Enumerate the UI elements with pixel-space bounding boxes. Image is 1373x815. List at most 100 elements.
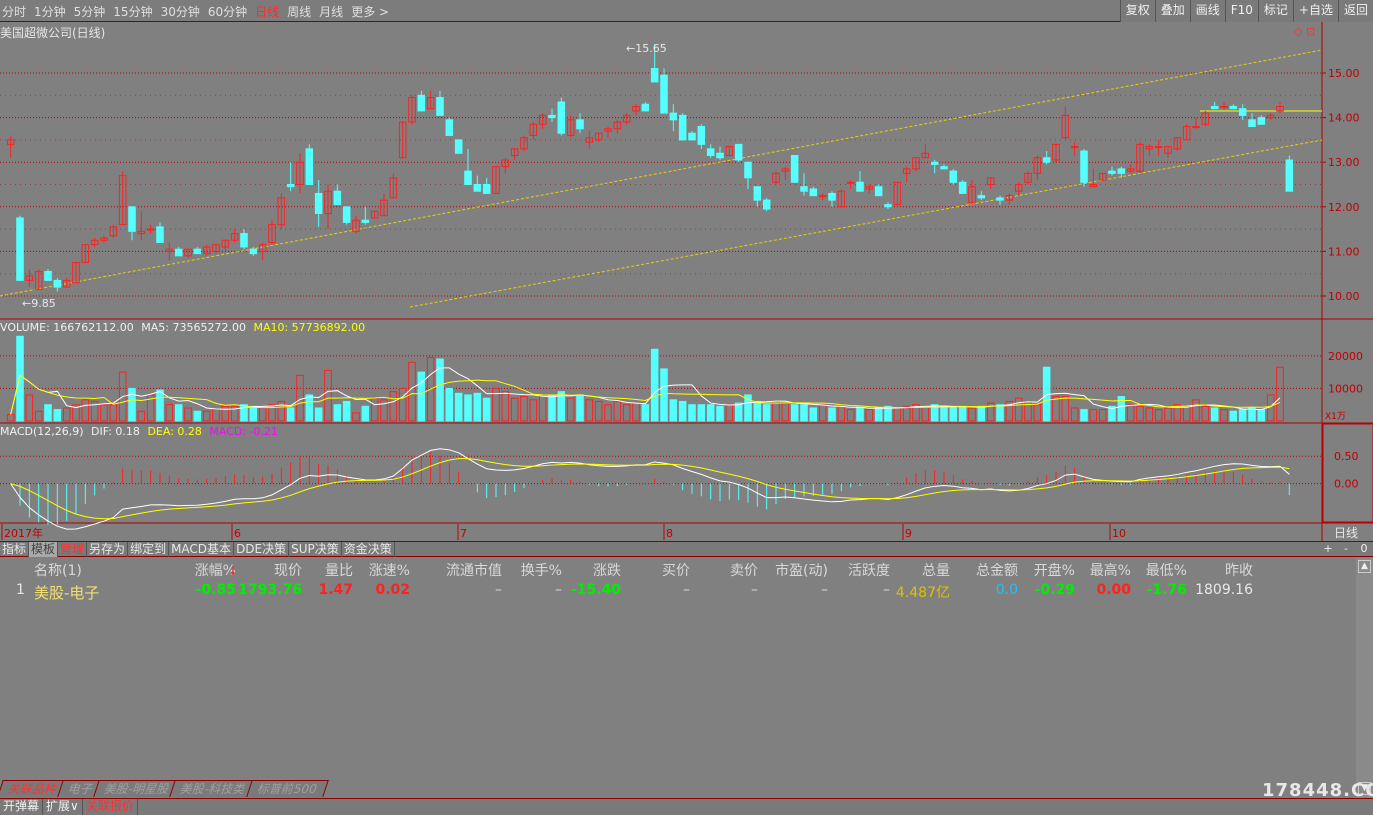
function-tab-8[interactable]: 资金决策 — [342, 542, 395, 557]
volume-bar — [1061, 396, 1070, 422]
macd-dea-line — [10, 458, 1290, 520]
tab-control-2[interactable]: 0 — [1355, 542, 1373, 555]
function-tab-4[interactable]: 绑定到 — [128, 542, 170, 557]
column-header-17[interactable]: 昨收 — [1225, 560, 1253, 580]
volume-ma5: MA5: 73565272.00 — [141, 321, 246, 334]
related-tab-4[interactable]: 标普前500 — [245, 780, 329, 797]
column-header-8[interactable]: 买价 — [662, 560, 690, 580]
volume-bar — [473, 392, 482, 422]
volume-bar — [837, 405, 846, 422]
related-tab-2[interactable]: 美股-明星股 — [93, 780, 182, 797]
volume-bar — [482, 397, 491, 422]
volume-bar — [790, 404, 799, 422]
volume-bar — [734, 402, 743, 422]
cell-open-pct: -0.29 — [1034, 582, 1075, 598]
cell-pe: – — [821, 582, 828, 598]
related-tab-3[interactable]: 美股-科技类 — [169, 780, 258, 797]
function-tab-5[interactable]: MACD基本 — [169, 542, 235, 557]
table-row[interactable]: 1 美股-电子 -0.85 1793.76 1.47 0.02– – -15.40– – – –4.… — [0, 580, 1356, 602]
chart-area[interactable]: 15.00 14.00 13.00 12.00 11.00 10.00 ←15.65 ←9.8… — [0, 0, 1373, 541]
volume-bar — [846, 409, 855, 422]
column-header-14[interactable]: 开盘% — [1034, 560, 1075, 580]
volume-bar — [977, 405, 986, 422]
column-header-16[interactable]: 最低% — [1146, 560, 1187, 580]
volume-bar — [109, 404, 118, 422]
function-tab-2[interactable]: 管理 — [58, 542, 88, 557]
column-header-4[interactable]: 涨速% — [369, 560, 410, 580]
function-tab-0[interactable]: 指标 — [0, 542, 30, 557]
volume-bar — [408, 361, 416, 422]
volume-bar — [688, 404, 696, 422]
volume-bar — [501, 391, 510, 422]
column-header-3[interactable]: 量比 — [325, 560, 353, 580]
candle — [445, 119, 454, 136]
macd-tick-label: 0.50 — [1334, 450, 1359, 463]
candle — [361, 219, 370, 223]
volume-bar — [510, 397, 519, 422]
volume-bar — [1192, 399, 1200, 422]
candle — [464, 170, 472, 185]
volume-bar — [650, 348, 659, 422]
volume-bar — [520, 396, 528, 422]
volume-bar — [398, 387, 407, 422]
function-tab-6[interactable]: DDE决策 — [234, 542, 290, 557]
column-header-10[interactable]: 市盈(动) — [775, 560, 828, 580]
column-header-11[interactable]: 活跃度 — [848, 560, 890, 580]
column-header-6[interactable]: 换手% — [521, 560, 562, 580]
volume-bar — [1014, 397, 1023, 422]
volume-bar — [1052, 396, 1060, 422]
candle — [977, 195, 986, 199]
volume-bar — [53, 409, 62, 422]
candle — [1285, 159, 1294, 192]
candle — [800, 186, 808, 192]
tab-control-0[interactable]: + — [1319, 542, 1337, 555]
candle — [1070, 146, 1079, 149]
price-tick-label: 14.00 — [1328, 112, 1360, 125]
related-tabs: 关联品种 电子 美股-明星股 美股-科技类 标普前500 — [0, 780, 329, 798]
volume-bar — [342, 400, 351, 422]
function-tab-7[interactable]: SUP决策 — [289, 542, 342, 557]
column-header-5[interactable]: 流通市值 — [446, 560, 502, 580]
candle — [1108, 170, 1116, 174]
time-tick-label: 7 — [460, 527, 467, 540]
column-header-12[interactable]: 总量 — [922, 560, 950, 580]
high-price-label: ←15.65 — [626, 42, 667, 55]
column-header-9[interactable]: 卖价 — [730, 560, 758, 580]
status-button-1[interactable]: 扩展∨ — [43, 799, 83, 815]
volume-bar — [865, 409, 874, 422]
function-tab-1[interactable]: 模板 — [29, 542, 59, 557]
candle — [650, 68, 659, 83]
volume-bar — [1033, 404, 1042, 422]
quote-table: 名称(1) 涨幅% 现价 量比 涨速% 流通市值 换手% 涨跌 买价 卖价 市盈(动) 活跃度 总量 总金… — [0, 558, 1356, 602]
volume-bar — [1098, 409, 1107, 422]
column-header-7[interactable]: 涨跌 — [593, 560, 621, 580]
candle — [1220, 105, 1228, 108]
tab-control-1[interactable]: - — [1337, 542, 1355, 555]
table-header: 名称(1) 涨幅% 现价 量比 涨速% 流通市值 换手% 涨跌 买价 卖价 市盈(动) 活跃度 总量 总金… — [0, 558, 1356, 580]
scroll-up-icon[interactable]: ▲ — [1358, 560, 1371, 573]
column-header-15[interactable]: 最高% — [1090, 560, 1131, 580]
vertical-scrollbar[interactable]: ▲ ▼ — [1356, 558, 1373, 798]
status-button-0[interactable]: 开弹幕 — [0, 799, 44, 815]
volume-bars — [6, 335, 1284, 422]
volume-bar — [34, 410, 43, 422]
time-tick-label: 6 — [234, 527, 241, 540]
volume-bar — [1182, 405, 1191, 422]
volume-bar — [566, 397, 575, 422]
column-header-0[interactable]: 名称(1) — [34, 560, 82, 580]
volume-bar — [893, 407, 902, 422]
candle — [417, 94, 426, 112]
status-button-2[interactable]: 关联报价 — [83, 799, 138, 815]
cell-bid: – — [683, 582, 690, 598]
volume-bar — [641, 404, 650, 422]
candle — [940, 166, 948, 170]
macd-dif: DIF: 0.18 — [91, 425, 140, 438]
cell-volume: 4.487亿 — [895, 585, 950, 601]
column-header-13[interactable]: 总金额 — [976, 560, 1018, 580]
status-bar: 开弹幕 扩展∨ 关联报价 — [0, 798, 1373, 815]
macd-name: MACD(12,26,9) — [0, 425, 84, 438]
cell-low-pct: -1.76 — [1146, 582, 1187, 598]
function-tab-3[interactable]: 另存为 — [87, 542, 129, 557]
price-tick-label: 12.00 — [1328, 201, 1360, 214]
column-header-2[interactable]: 现价 — [274, 560, 302, 580]
